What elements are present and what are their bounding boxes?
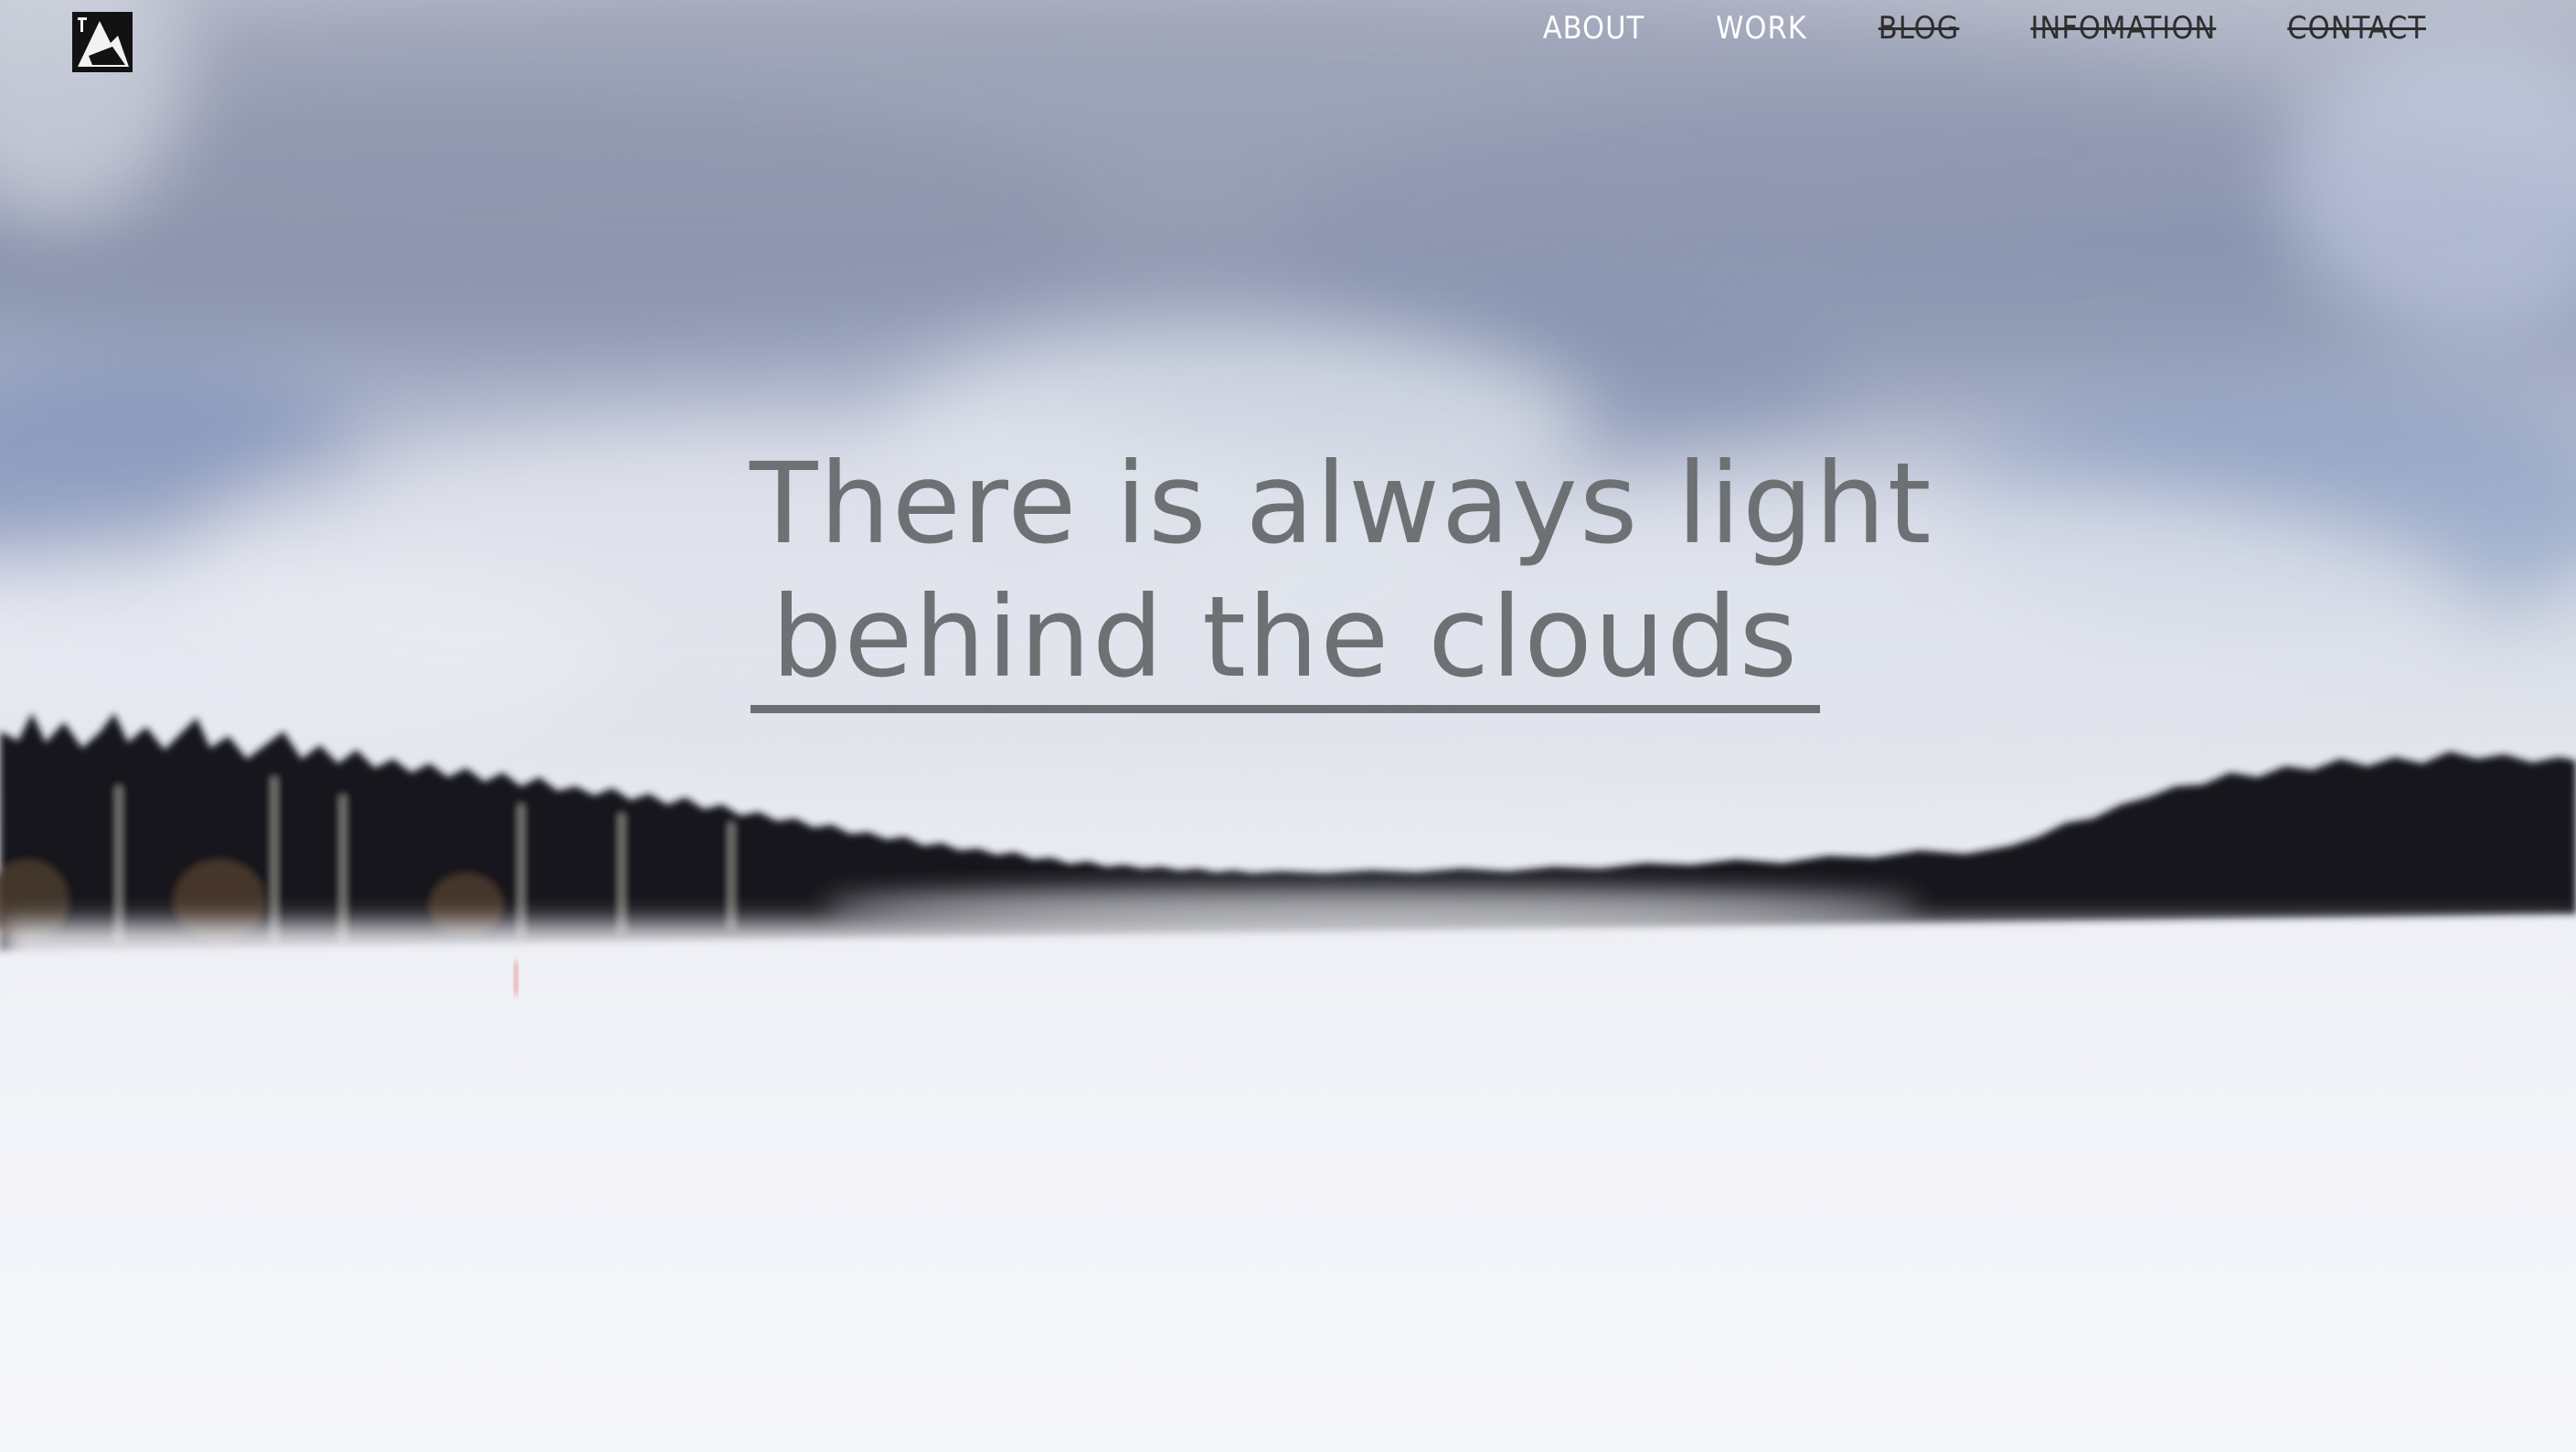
nav-item-blog[interactable]: BLOG — [1879, 10, 1960, 47]
hero-underline-divider — [750, 705, 1820, 713]
page: ABOUT WORK BLOG INFOMATION CONTACT There… — [0, 0, 2576, 1452]
hero-heading: There is always light behind the clouds — [750, 437, 1933, 704]
nav-item-about[interactable]: ABOUT — [1543, 10, 1645, 47]
mountain-logo-icon[interactable] — [72, 12, 133, 72]
background-landscape-image — [0, 0, 2576, 1452]
nav-item-contact[interactable]: CONTACT — [2287, 10, 2426, 47]
main-navigation: ABOUT WORK BLOG INFOMATION CONTACT — [1472, 0, 2426, 57]
hero-heading-line-2: behind the clouds — [771, 572, 1800, 702]
nav-item-infomation[interactable]: INFOMATION — [2030, 10, 2216, 47]
nav-item-work[interactable]: WORK — [1716, 10, 1807, 47]
hero-heading-line-1: There is always light — [750, 439, 1933, 569]
